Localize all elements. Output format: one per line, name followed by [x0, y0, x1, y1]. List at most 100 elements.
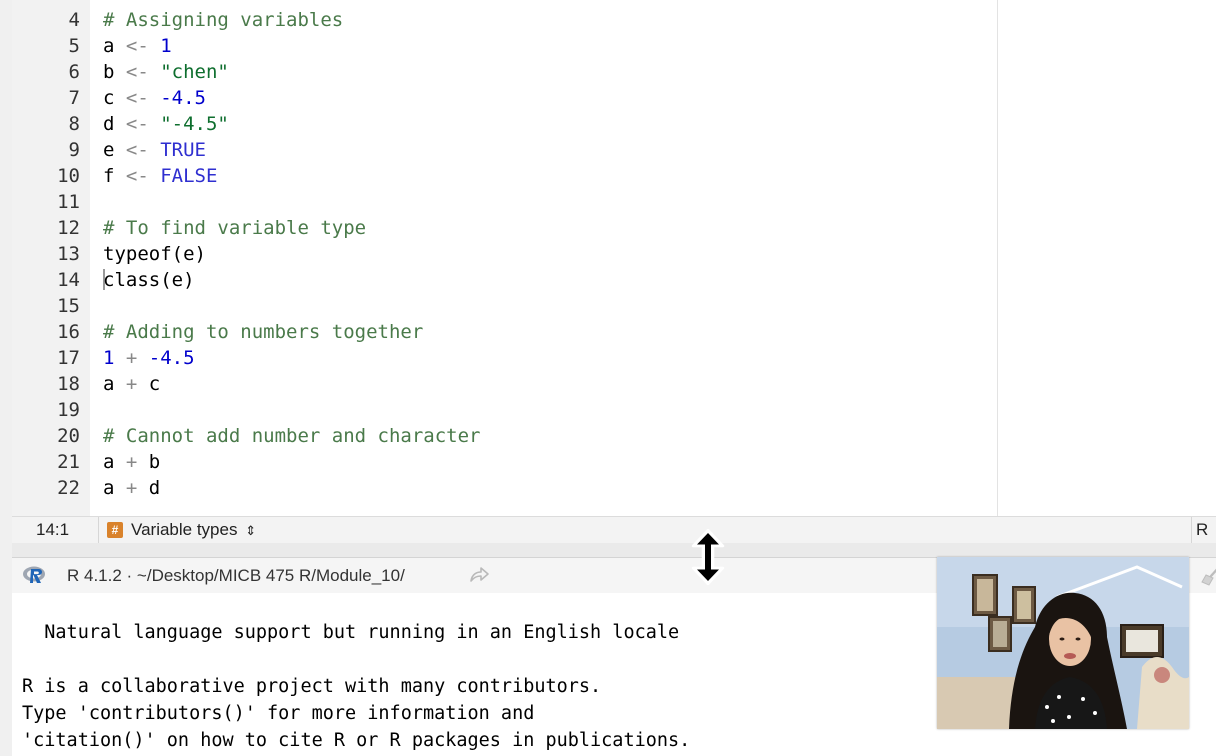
code-token: d: [148, 477, 161, 499]
code-token: +: [114, 347, 149, 369]
section-hash-icon: #: [107, 522, 123, 538]
code-line[interactable]: 18 a + c: [12, 371, 992, 397]
code-token: <-: [114, 165, 161, 187]
line-number: 8: [68, 113, 80, 135]
editor-status-bar: 14:1 # Variable types ⇕ R: [12, 516, 1216, 544]
code-line[interactable]: 19: [12, 397, 992, 423]
code-token: c: [148, 373, 161, 395]
cursor-position: 14:1: [36, 520, 70, 539]
code-text: e <- TRUE: [103, 137, 206, 163]
line-number: 4: [68, 9, 80, 31]
code-line[interactable]: 14 class(e): [12, 267, 992, 293]
presenter-webcam: [937, 557, 1189, 729]
code-line[interactable]: 11: [12, 189, 992, 215]
code-text: # Adding to numbers together: [103, 319, 423, 345]
code-token: <-: [114, 35, 161, 57]
code-token: a: [103, 451, 115, 473]
code-text: a + b: [103, 449, 160, 475]
print-margin: [997, 0, 998, 516]
code-line[interactable]: 20 # Cannot add number and character: [12, 423, 992, 449]
line-number: 22: [57, 477, 80, 499]
pane-splitter[interactable]: [12, 543, 1216, 557]
code-text: # Assigning variables: [103, 7, 343, 33]
code-token: +: [114, 477, 149, 499]
code-token: e: [103, 139, 115, 161]
console-line: 'citation()' on how to cite R or R packa…: [22, 730, 691, 751]
line-number: 16: [57, 321, 80, 343]
r-logo-icon: [23, 566, 45, 583]
code-token: # Assigning variables: [103, 9, 344, 31]
code-text: d <- "-4.5": [103, 111, 229, 137]
console-line: Natural language support but running in …: [22, 622, 680, 643]
source-editor[interactable]: 4 # Assigning variables 5 a <- 16b <- "chen…: [12, 0, 1216, 516]
status-divider: [98, 517, 99, 543]
line-number: 19: [57, 399, 80, 421]
code-line[interactable]: 17 1 + -4.5: [12, 345, 992, 371]
code-line[interactable]: 9 e <- TRUE: [12, 137, 992, 163]
code-token: a: [103, 35, 115, 57]
code-token: <-: [114, 139, 161, 161]
code-token: "-4.5": [160, 113, 229, 135]
code-token: f: [103, 165, 115, 187]
code-token: "chen": [160, 61, 229, 83]
code-text: # To find variable type: [103, 215, 366, 241]
line-number: 13: [57, 243, 80, 265]
code-line[interactable]: 7 c <- -4.5: [12, 85, 992, 111]
line-number: 20: [57, 425, 80, 447]
code-token: 1: [160, 35, 172, 57]
code-text: a + c: [103, 371, 160, 397]
line-number: 9: [68, 139, 80, 161]
code-text: a <- 1: [103, 33, 172, 59]
code-token: FALSE: [160, 165, 218, 187]
console-working-directory: R 4.1.2 · ~/Desktop/MICB 475 R/Module_10…: [67, 566, 405, 585]
code-line[interactable]: 8 d <- "-4.5": [12, 111, 992, 137]
code-line[interactable]: 13 typeof(e): [12, 241, 992, 267]
code-token: a: [103, 373, 115, 395]
section-dropdown-icon: ⇕: [245, 523, 257, 538]
line-number: 17: [57, 347, 80, 369]
code-line[interactable]: 22 a + d: [12, 475, 992, 501]
code-text: a + d: [103, 475, 160, 501]
code-token: class(e): [103, 269, 195, 291]
line-number: 21: [57, 451, 80, 473]
code-token: # To find variable type: [103, 217, 367, 239]
code-token: -4.5: [160, 87, 206, 109]
broom-icon[interactable]: [1200, 564, 1216, 586]
go-to-directory-icon[interactable]: [468, 566, 490, 584]
line-number: 5: [68, 35, 80, 57]
file-type-menu[interactable]: R: [1191, 517, 1216, 543]
line-number: 6: [68, 61, 80, 83]
code-line[interactable]: 10 f <- FALSE: [12, 163, 992, 189]
code-token: +: [114, 373, 149, 395]
code-text: # Cannot add number and character: [103, 423, 481, 449]
code-line[interactable]: 16 # Adding to numbers together: [12, 319, 992, 345]
code-token: # Adding to numbers together: [103, 321, 424, 343]
code-text: b <- "chen": [103, 59, 229, 85]
code-line[interactable]: 21 a + b: [12, 449, 992, 475]
code-line[interactable]: 6 b <- "chen": [12, 59, 992, 85]
section-navigator[interactable]: Variable types ⇕: [131, 520, 256, 540]
code-text: class(e): [103, 267, 195, 293]
line-number: 14: [57, 269, 80, 291]
code-token: typeof(e): [103, 243, 206, 265]
console-line: Type 'contributors()' for more informati…: [22, 703, 535, 724]
line-number: 12: [57, 217, 80, 239]
code-token: b: [103, 61, 115, 83]
code-line[interactable]: 15: [12, 293, 992, 319]
code-line[interactable]: 12 # To find variable type: [12, 215, 992, 241]
line-number: 10: [57, 165, 80, 187]
code-token: -4.5: [148, 347, 195, 369]
code-token: TRUE: [160, 139, 206, 161]
code-token: a: [103, 477, 115, 499]
code-token: c: [103, 87, 115, 109]
code-line[interactable]: 5 a <- 1: [12, 33, 992, 59]
line-number: 18: [57, 373, 80, 395]
code-token: <-: [114, 113, 161, 135]
code-text: c <- -4.5: [103, 85, 206, 111]
code-token: +: [114, 451, 149, 473]
code-token: 1: [103, 347, 115, 369]
code-line[interactable]: 4 # Assigning variables: [12, 7, 992, 33]
section-name: Variable types: [131, 520, 238, 539]
code-token: # Cannot add number and character: [103, 425, 481, 447]
vertical-resize-cursor-icon: [691, 529, 725, 585]
